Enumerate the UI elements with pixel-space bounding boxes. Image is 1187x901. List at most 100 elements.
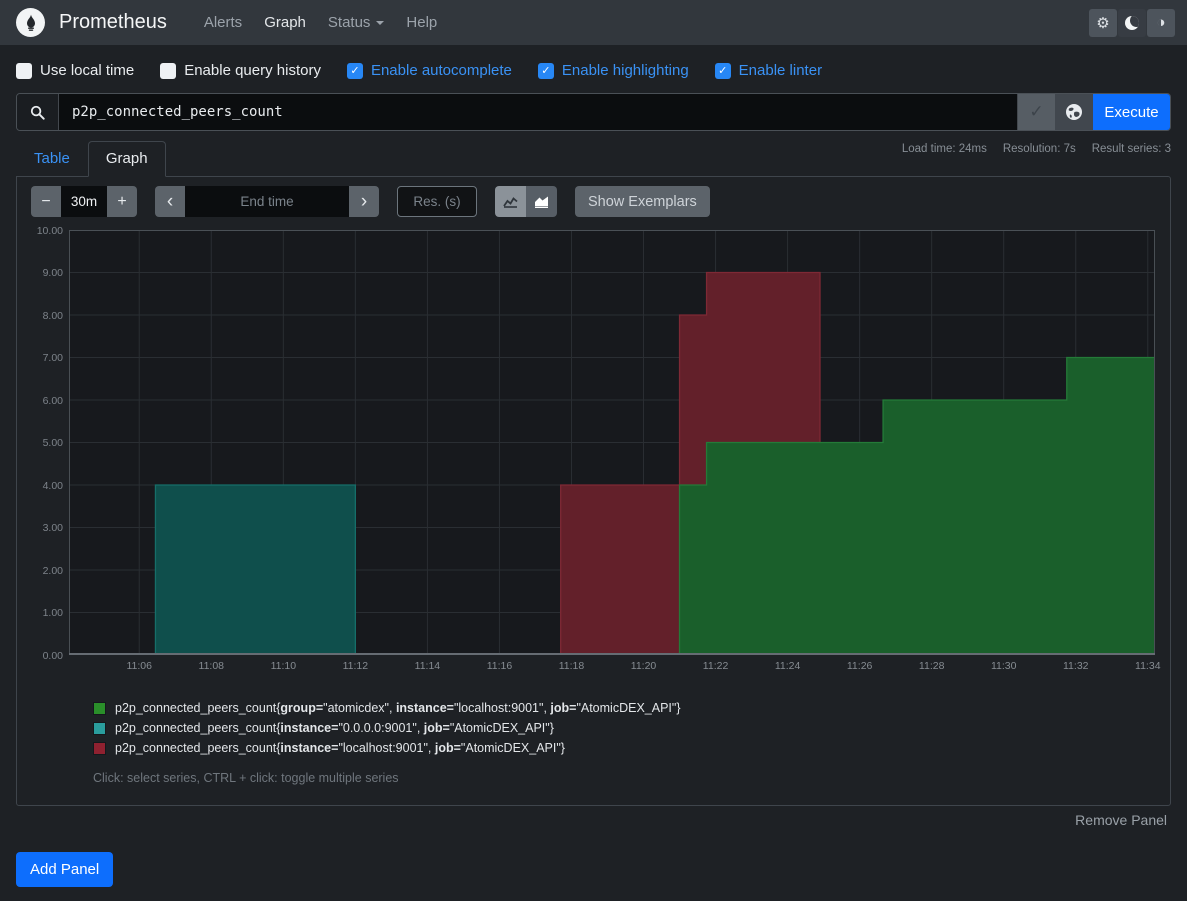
legend-hint: Click: select series, CTRL + click: togg…: [93, 771, 1156, 785]
prometheus-logo: [16, 8, 45, 37]
checked-checkbox-icon[interactable]: ✓: [347, 63, 363, 79]
y-axis-label: 6.00: [31, 395, 69, 407]
nav-item-alerts[interactable]: Alerts: [204, 14, 242, 31]
chevron-down-icon: [376, 21, 384, 25]
chart-legend: p2p_connected_peers_count{group="atomicd…: [93, 701, 1156, 755]
range-group: − +: [31, 186, 137, 217]
x-axis-label: 11:34: [1130, 660, 1166, 672]
globe-icon: [1065, 103, 1083, 121]
option-checkbox-enable-linter[interactable]: ✓ Enable linter: [715, 62, 822, 79]
series-label: p2p_connected_peers_count{group="atomicd…: [115, 701, 681, 715]
graph-panel: − + ‹ › Show Exemplars: [16, 176, 1171, 806]
series-color-swatch: [93, 722, 106, 735]
x-axis-label: 11:32: [1058, 660, 1094, 672]
x-axis-label: 11:24: [770, 660, 806, 672]
tab-graph[interactable]: Graph: [88, 141, 166, 177]
checked-checkbox-icon[interactable]: ✓: [715, 63, 731, 79]
y-axis-label: 5.00: [31, 437, 69, 449]
option-checkbox-use-local-time[interactable]: Use local time: [16, 62, 134, 79]
option-checkbox-enable-query-history[interactable]: Enable query history: [160, 62, 321, 79]
stacked-area-icon: [534, 195, 549, 208]
unchecked-checkbox-icon[interactable]: [160, 63, 176, 79]
time-forward-button[interactable]: ›: [349, 186, 379, 217]
end-time-group: ‹ ›: [155, 186, 379, 217]
x-axis-label: 11:10: [265, 660, 301, 672]
stacked-chart-toggle[interactable]: [526, 186, 557, 217]
chart-type-group: [495, 186, 557, 217]
chart-zone: 0.00 1.00 2.00 3.00 4.00 5.00 6.00 7.00 8.00 9.00…: [31, 230, 1156, 677]
y-axis-label: 4.00: [31, 480, 69, 492]
time-back-button[interactable]: ‹: [155, 186, 185, 217]
remove-panel-link[interactable]: Remove Panel: [1075, 812, 1167, 828]
plot-area[interactable]: 0.001.002.003.004.005.006.007.008.009.00…: [69, 230, 1155, 655]
options-row: Use local time Enable query history ✓ Enabl…: [0, 45, 1187, 91]
x-axis-label: 11:22: [698, 660, 734, 672]
graph-controls: − + ‹ › Show Exemplars: [31, 186, 1156, 217]
x-axis-label: 11:06: [121, 660, 157, 672]
legend-item[interactable]: p2p_connected_peers_count{group="atomicd…: [93, 701, 1156, 715]
remove-panel-row: Remove Panel: [0, 812, 1167, 830]
navbar: Prometheus Alerts Graph Status Help ⚙ ◑: [0, 0, 1187, 45]
y-axis-label: 9.00: [31, 267, 69, 279]
checked-checkbox-icon[interactable]: ✓: [538, 63, 554, 79]
tab-table[interactable]: Table: [16, 141, 88, 176]
time-series-chart[interactable]: [69, 230, 1155, 655]
tab-band: Load time: 24ms Resolution: 7s Result se…: [16, 141, 1171, 176]
option-label: Enable linter: [739, 62, 822, 79]
y-axis-label: 1.00: [31, 607, 69, 619]
execute-button[interactable]: Execute: [1093, 94, 1170, 130]
unchecked-checkbox-icon[interactable]: [16, 63, 32, 79]
series-label: p2p_connected_peers_count{instance="0.0.…: [115, 721, 554, 735]
x-axis-label: 11:12: [337, 660, 373, 672]
resolution-stat: Resolution: 7s: [1003, 143, 1076, 155]
line-chart-toggle[interactable]: [495, 186, 526, 217]
option-label: Enable highlighting: [562, 62, 689, 79]
option-checkbox-enable-highlighting[interactable]: ✓ Enable highlighting: [538, 62, 689, 79]
y-axis-label: 10.00: [31, 225, 69, 237]
option-checkbox-enable-autocomplete[interactable]: ✓ Enable autocomplete: [347, 62, 512, 79]
load-time-stat: Load time: 24ms: [902, 143, 987, 155]
dark-theme-button[interactable]: [1118, 9, 1146, 37]
x-axis-label: 11:20: [626, 660, 662, 672]
result-series-stat: Result series: 3: [1092, 143, 1171, 155]
nav-item-graph[interactable]: Graph: [264, 14, 306, 31]
y-axis-label: 7.00: [31, 352, 69, 364]
query-input[interactable]: [59, 94, 1017, 130]
theme-toggle-group: ⚙ ◑: [1089, 9, 1175, 37]
search-addon: [17, 94, 59, 130]
option-label: Enable autocomplete: [371, 62, 512, 79]
range-input[interactable]: [61, 186, 107, 217]
settings-button[interactable]: ⚙: [1089, 9, 1117, 37]
option-label: Enable query history: [184, 62, 321, 79]
legend-item[interactable]: p2p_connected_peers_count{instance="0.0.…: [93, 721, 1156, 735]
y-axis-label: 8.00: [31, 310, 69, 322]
x-axis-label: 11:28: [914, 660, 950, 672]
end-time-input[interactable]: [185, 186, 349, 217]
y-axis-label: 2.00: [31, 565, 69, 577]
circle-half-icon: ◑: [1156, 14, 1165, 31]
range-decrement-button[interactable]: −: [31, 186, 61, 217]
x-axis-label: 11:14: [409, 660, 445, 672]
autocomplete-check-button[interactable]: ✓: [1017, 94, 1055, 130]
x-axis-label: 11:26: [842, 660, 878, 672]
y-axis-label: 3.00: [31, 522, 69, 534]
legend-item[interactable]: p2p_connected_peers_count{instance="loca…: [93, 741, 1156, 755]
gear-icon: ⚙: [1096, 14, 1109, 32]
nav-item-help[interactable]: Help: [406, 14, 437, 31]
x-axis: 11:0611:0811:1011:1211:1411:1611:1811:20…: [69, 655, 1155, 677]
metrics-explorer-button[interactable]: [1055, 94, 1093, 130]
query-bar: ✓ Execute: [16, 93, 1171, 131]
line-chart-icon: [503, 195, 518, 208]
y-axis-label: 0.00: [31, 650, 69, 662]
range-increment-button[interactable]: +: [107, 186, 137, 217]
resolution-input[interactable]: [397, 186, 477, 217]
auto-theme-button[interactable]: ◑: [1147, 9, 1175, 37]
chevron-left-icon: ‹: [167, 192, 173, 211]
option-label: Use local time: [40, 62, 134, 79]
nav-item-status[interactable]: Status: [328, 14, 385, 31]
x-axis-label: 11:16: [481, 660, 517, 672]
add-panel-button[interactable]: Add Panel: [16, 852, 113, 887]
app-title: Prometheus: [59, 11, 167, 34]
show-exemplars-button[interactable]: Show Exemplars: [575, 186, 710, 217]
series-label: p2p_connected_peers_count{instance="loca…: [115, 741, 565, 755]
